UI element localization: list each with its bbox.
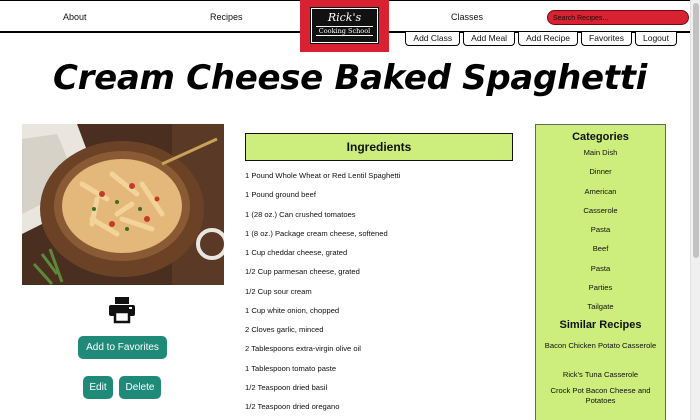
similar-recipes-list: Bacon Chicken Potato Casserole Rick's Tu…: [536, 341, 665, 415]
category-link[interactable]: Parties: [536, 283, 665, 302]
edit-button[interactable]: Edit: [83, 376, 113, 399]
ingredient-item: 1 Pound ground beef: [245, 190, 316, 200]
logout-tab[interactable]: Logout: [635, 32, 677, 46]
category-link[interactable]: Beef: [536, 244, 665, 263]
page-scrollbar[interactable]: [690, 0, 700, 420]
similar-recipe-link[interactable]: Bacon Chicken Potato Casserole: [536, 341, 665, 370]
logo-badge: Rick's Cooking School: [310, 7, 379, 44]
logo-title: Rick's: [327, 11, 362, 24]
ingredient-item: 1 Cup white onion, chopped: [245, 305, 340, 315]
ingredient-item: 1/2 Teaspoon dried basil: [245, 382, 328, 392]
ingredient-item: 1/2 Teaspoon dried oregano: [245, 402, 340, 411]
recipe-photo-image: [22, 124, 224, 285]
ingredient-item: 1 (28 oz.) Can crushed tomatoes: [245, 209, 356, 219]
add-to-favorites-button[interactable]: Add to Favorites: [78, 336, 167, 359]
category-link[interactable]: Pasta: [536, 225, 665, 244]
category-link[interactable]: Main Dish: [536, 148, 665, 167]
ingredient-item: 1/2 Cup sour cream: [245, 286, 312, 296]
similar-recipes-heading: Similar Recipes: [559, 319, 642, 332]
category-link[interactable]: Pasta: [536, 264, 665, 283]
category-link[interactable]: American: [536, 187, 665, 206]
add-recipe-tab[interactable]: Add Recipe: [518, 32, 579, 46]
category-link[interactable]: Casserole: [536, 206, 665, 225]
recipe-photo: [22, 124, 224, 285]
category-link[interactable]: Dinner: [536, 167, 665, 186]
ingredients-list: 1 Pound Whole Wheat or Red Lentil Spaghe…: [245, 171, 525, 420]
search-input[interactable]: [553, 12, 683, 24]
recipe-title: Cream Cheese Baked Spaghetti: [52, 58, 648, 98]
user-menu: Add Class Add Meal Add Recipe Favorites …: [405, 32, 677, 47]
ingredients-header: Ingredients: [245, 133, 513, 161]
ingredient-item: 1 Cup cheddar cheese, grated: [245, 248, 348, 257]
ingredient-item: 1 (8 oz.) Package cream cheese, softened: [245, 228, 388, 238]
similar-recipe-link[interactable]: Rick's Tuna Casserole: [536, 370, 665, 386]
scrollbar-thumb[interactable]: [693, 3, 699, 258]
add-class-tab[interactable]: Add Class: [405, 32, 461, 46]
site-logo[interactable]: Rick's Cooking School: [300, 0, 389, 52]
ingredient-item: 2 Cloves garlic, minced: [245, 325, 324, 334]
categories-list: Main Dish Dinner American Casserole Past…: [536, 148, 665, 321]
logo-subtitle: Cooking School: [316, 26, 373, 36]
search-box: [547, 10, 689, 25]
nav-classes-link[interactable]: Classes: [451, 12, 483, 22]
add-meal-tab[interactable]: Add Meal: [463, 32, 516, 46]
ingredient-item: 1 Pound Whole Wheat or Red Lentil Spaghe…: [245, 171, 401, 180]
ingredient-item: 2 Tablespoons extra-virgin olive oil: [245, 344, 361, 354]
ingredient-item: 1 Tablespoon tomato paste: [245, 363, 337, 373]
nav-recipes-link[interactable]: Recipes: [210, 12, 243, 22]
nav-about-link[interactable]: About: [63, 12, 87, 22]
similar-recipe-link[interactable]: Crock Pot Bacon Cheese and Potatoes: [536, 386, 665, 415]
categories-sidebar: Categories Main Dish Dinner American Cas…: [535, 124, 666, 420]
ingredient-item: 1/2 Cup parmesan cheese, grated: [245, 267, 360, 277]
categories-heading: Categories: [572, 131, 629, 143]
favorites-tab[interactable]: Favorites: [581, 32, 632, 46]
print-icon[interactable]: [107, 296, 137, 324]
delete-button[interactable]: Delete: [119, 376, 161, 399]
